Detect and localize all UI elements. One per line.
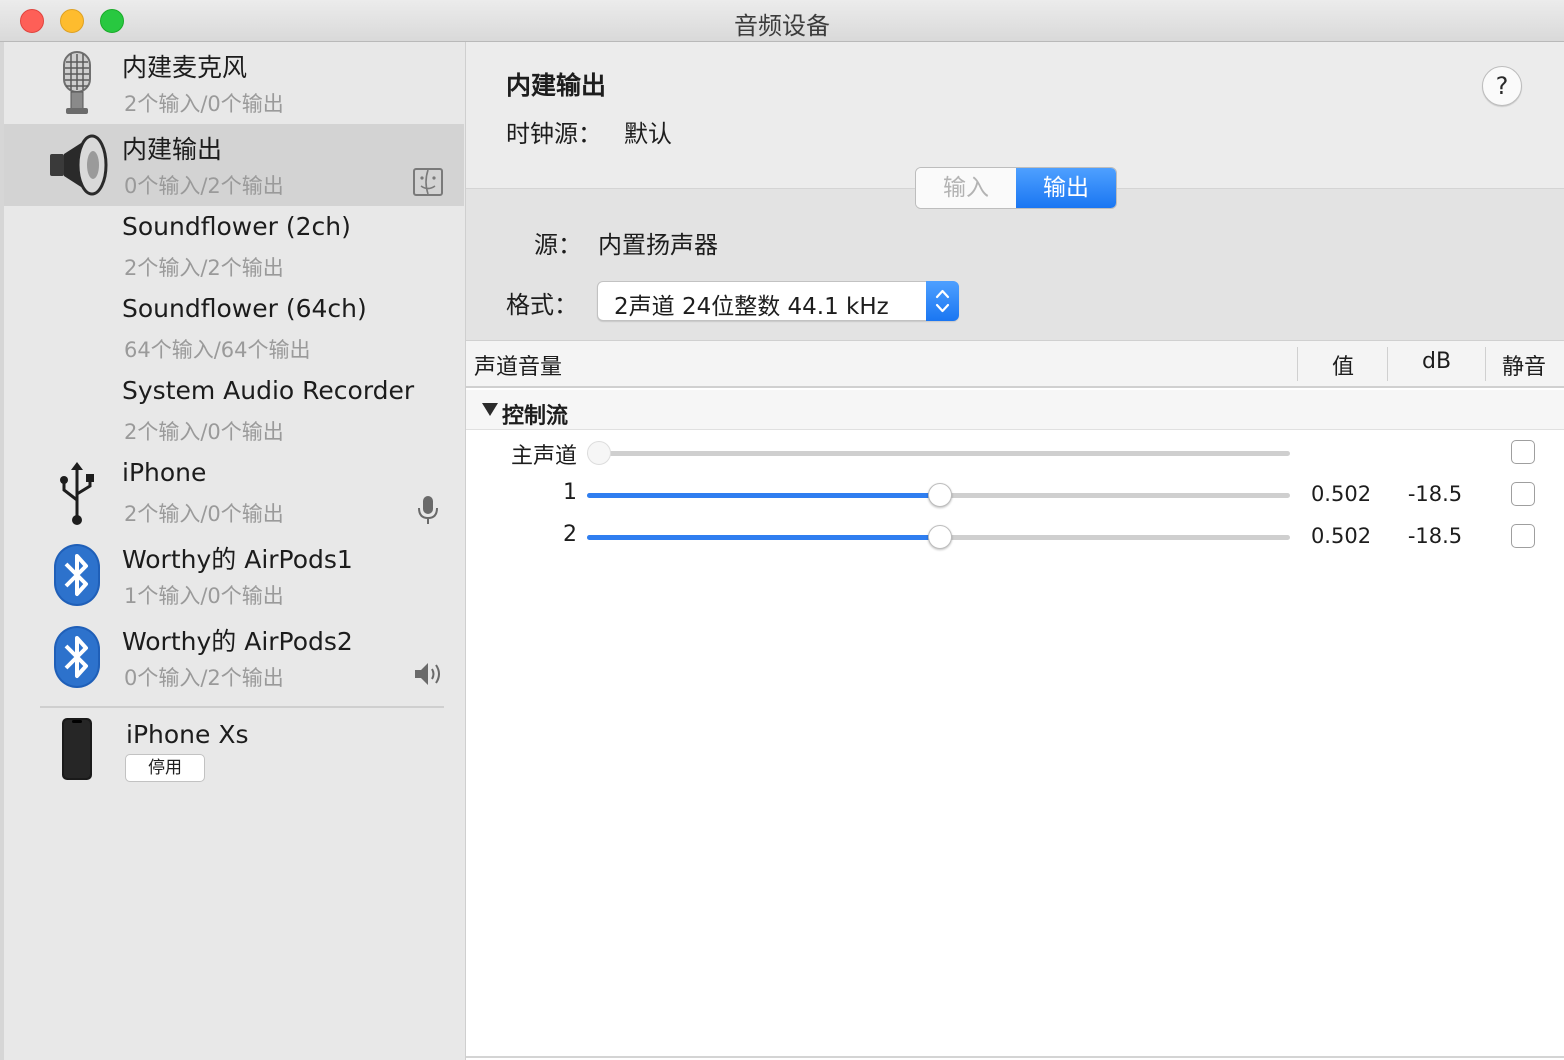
slider-thumb[interactable] [928,525,952,549]
device-name: Worthy的 AirPods2 [122,627,353,656]
group-row-control-stream[interactable]: 控制流 [466,390,1564,430]
device-item-system-audio-recorder[interactable]: System Audio Recorder 2个输入/0个输出 [4,370,464,452]
sidebar-divider [40,706,444,708]
column-channel-volume[interactable]: 声道音量 [474,349,562,381]
channel-label: 2 [563,522,577,547]
device-io: 2个输入/2个输出 [124,256,284,280]
device-name: 内建麦克风 [122,53,248,82]
io-segmented-control: 输入 输出 [915,167,1117,209]
speaker-icon [50,134,108,196]
device-item-soundflower-64ch[interactable]: Soundflower (64ch) 64个输入/64个输出 [4,288,464,370]
format-select[interactable]: 2声道 24位整数 44.1 kHz [597,281,959,321]
channel-label: 1 [563,480,577,505]
device-io: 1个输入/0个输出 [124,584,284,608]
device-detail-pane: 内建输出 时钟源： 默认 ? 输入 输出 源： 内置扬声器 格式： 2声道 24… [466,42,1564,1060]
slider-thumb[interactable] [587,441,611,465]
device-name: Soundflower (64ch) [122,294,367,323]
detail-device-title: 内建输出 [506,71,607,100]
device-item-iphone-xs[interactable]: iPhone Xs [4,714,464,810]
source-label: 源： [534,231,582,259]
slider-thumb[interactable] [928,483,952,507]
device-item-soundflower-2ch[interactable]: Soundflower (2ch) 2个输入/2个输出 [4,206,464,288]
column-value[interactable]: 值 [1332,349,1354,381]
device-io: 64个输入/64个输出 [124,338,311,362]
channel-label: 主声道 [510,444,577,469]
disclosure-triangle-icon[interactable] [482,403,498,416]
bluetooth-icon [54,544,100,606]
device-io: 2个输入/0个输出 [124,420,284,444]
clock-source-value[interactable]: 默认 [624,114,672,149]
bluetooth-icon [54,626,100,688]
device-io: 2个输入/0个输出 [124,92,284,116]
microphone-icon [63,51,91,114]
channel-1-volume-slider[interactable] [587,483,1290,507]
device-io: 0个输入/2个输出 [124,174,284,198]
channel-value: 0.502 [1310,482,1372,506]
column-divider [1297,347,1298,381]
mute-checkbox[interactable] [1511,482,1535,506]
microphone-badge-icon [418,496,438,524]
title-bar: 音频设备 [0,0,1564,42]
device-name: 内建输出 [122,135,223,164]
help-button[interactable]: ? [1482,66,1522,106]
format-label: 格式： [506,291,578,319]
master-volume-slider[interactable] [587,441,1290,465]
channel-db: -18.5 [1407,524,1463,548]
device-io: 0个输入/2个输出 [124,666,284,690]
device-name: iPhone [122,458,207,487]
device-name: Worthy的 AirPods1 [122,545,353,574]
device-sidebar: 内建麦克风 2个输入/0个输出 内建输出 0个输入/2个输出 Soundflow… [0,42,466,1060]
finder-icon [413,168,443,196]
device-item-iphone[interactable]: iPhone 2个输入/0个输出 [4,452,464,534]
chevron-up-down-icon [935,289,950,313]
device-item-builtin-output[interactable]: 内建输出 0个输入/2个输出 [4,124,464,206]
volume-table-header: 声道音量 值 dB 静音 [466,340,1564,388]
window-title: 音频设备 [734,12,830,40]
tab-output[interactable]: 输出 [1016,168,1116,208]
disable-button[interactable]: 停用 [125,754,205,782]
volume-icon [415,663,440,685]
channel-2-volume-slider[interactable] [587,525,1290,549]
slider-fill [587,493,940,498]
pane-bottom-border [466,1056,1564,1058]
device-item-builtin-mic[interactable]: 内建麦克风 2个输入/0个输出 [4,42,464,124]
column-divider [1387,347,1388,381]
group-label: 控制流 [502,404,569,429]
column-mute[interactable]: 静音 [1502,349,1546,381]
usb-icon [60,462,94,525]
device-io: 2个输入/0个输出 [124,502,284,526]
source-value: 内置扬声器 [598,231,718,259]
mute-checkbox[interactable] [1511,524,1535,548]
channel-db: -18.5 [1407,482,1463,506]
device-item-airpods2[interactable]: Worthy的 AirPods2 0个输入/2个输出 [4,616,464,698]
column-db[interactable]: dB [1422,349,1451,374]
format-value: 2声道 24位整数 44.1 kHz [614,294,889,320]
device-name: System Audio Recorder [122,376,415,405]
device-name: Soundflower (2ch) [122,212,351,241]
mute-checkbox[interactable] [1511,440,1535,464]
tab-input[interactable]: 输入 [916,168,1016,208]
device-name: iPhone Xs [126,720,249,749]
clock-source-label: 时钟源： [506,120,602,148]
slider-fill [587,535,940,540]
device-item-airpods1[interactable]: Worthy的 AirPods1 1个输入/0个输出 [4,534,464,616]
column-divider [1485,347,1486,381]
iphone-icon [62,718,92,780]
select-stepper [926,281,959,321]
channel-value: 0.502 [1310,524,1372,548]
